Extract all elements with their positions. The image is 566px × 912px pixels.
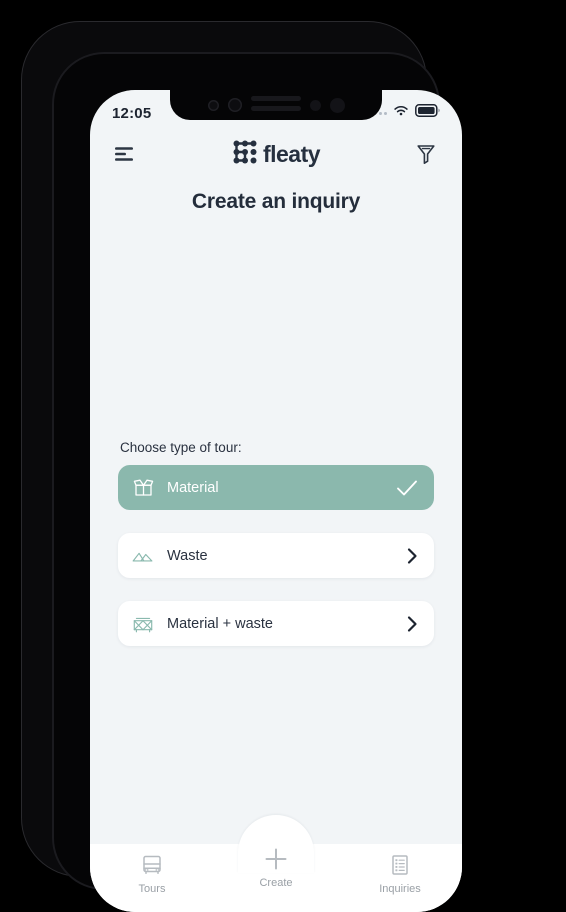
notch-proximity-sensor-icon: [309, 99, 321, 111]
option-card-material-plus-waste[interactable]: Material + waste: [118, 601, 434, 646]
choose-tour-type-label: Choose type of tour:: [120, 440, 242, 455]
brand-name: fleaty: [262, 140, 321, 167]
bottom-navigation-bar: Tours Create Inquiries: [90, 815, 462, 912]
battery-full-icon: [415, 104, 440, 122]
notch-front-camera-icon: [329, 97, 345, 113]
nav-item-tours[interactable]: Tours: [90, 844, 214, 895]
hamburger-menu-icon[interactable]: [112, 140, 140, 168]
plus-icon: [261, 846, 291, 872]
phone-bezel: 12:05 fleaty Create an inquiry Choose ty…: [52, 52, 462, 912]
app-header: fleaty: [90, 132, 462, 176]
option-card-material[interactable]: Material: [118, 465, 434, 510]
nav-label: Create: [259, 877, 293, 889]
nav-label: Tours: [138, 883, 166, 895]
notch-camera-icon: [227, 98, 242, 112]
waste-pile-icon: [132, 545, 154, 567]
document-list-icon: [388, 852, 412, 878]
truck-icon: [140, 852, 164, 878]
box-and-waste-pile-icon: [132, 613, 154, 635]
option-label: Material + waste: [167, 615, 273, 632]
status-time: 12:05: [112, 104, 152, 122]
phone-notch: [170, 90, 382, 120]
nav-item-create[interactable]: Create: [214, 844, 338, 889]
notch-sensor-icon: [207, 99, 219, 111]
open-box-icon: [132, 477, 154, 499]
nav-label: Inquiries: [379, 883, 421, 895]
notch-earpiece-speaker: [250, 96, 301, 111]
chevron-right-icon: [406, 615, 418, 633]
option-card-waste[interactable]: Waste: [118, 533, 434, 578]
phone-device-frame: 12:05 fleaty Create an inquiry Choose ty…: [22, 22, 462, 912]
check-icon: [396, 479, 418, 497]
chevron-right-icon: [406, 547, 418, 565]
inquiry-type-section: Choose type of tour: Material Waste Mate…: [90, 440, 462, 669]
phone-screen: 12:05 fleaty Create an inquiry Choose ty…: [90, 90, 462, 912]
funnel-filter-icon[interactable]: [412, 140, 440, 168]
nav-item-inquiries[interactable]: Inquiries: [338, 844, 462, 895]
option-label: Waste: [167, 547, 208, 564]
option-label: Material: [167, 479, 219, 496]
brand-logo: fleaty: [232, 139, 321, 170]
fleaty-dot-grid-logo-icon: [232, 139, 258, 170]
page-title: Create an inquiry: [191, 190, 361, 213]
wifi-icon: [393, 104, 409, 122]
